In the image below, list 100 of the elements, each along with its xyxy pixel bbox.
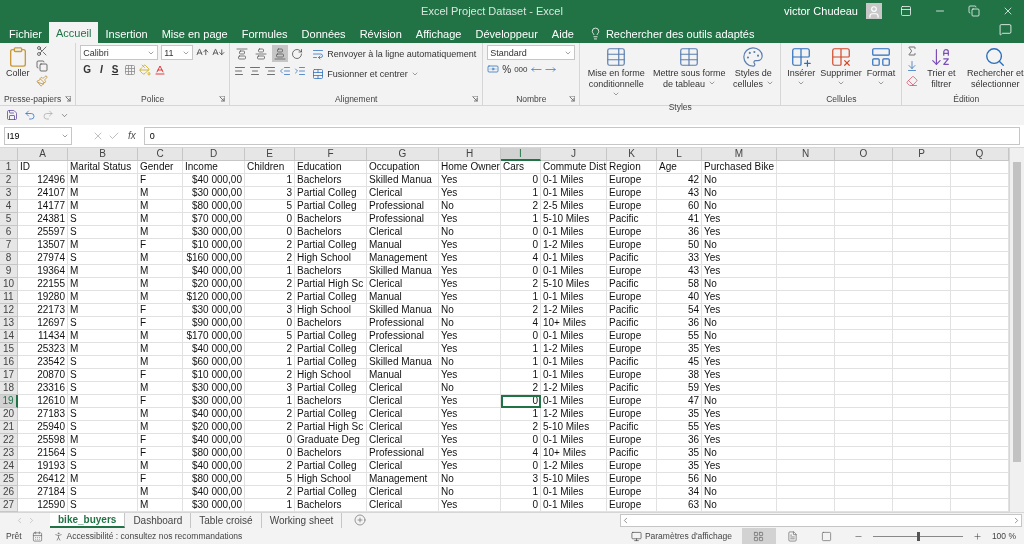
empty-cell[interactable] xyxy=(835,408,893,421)
autosum-icon[interactable] xyxy=(906,45,919,57)
align-bottom-button[interactable] xyxy=(272,45,289,62)
empty-cell[interactable] xyxy=(893,343,951,356)
column-header[interactable]: B xyxy=(68,148,138,161)
empty-cell[interactable] xyxy=(893,434,951,447)
sheet-tab[interactable]: bike_buyers xyxy=(50,513,126,528)
row-header[interactable]: 2 xyxy=(0,174,18,187)
empty-cell[interactable] xyxy=(893,421,951,434)
row-header[interactable]: 6 xyxy=(0,226,18,239)
comments-icon[interactable] xyxy=(999,23,1012,36)
column-header[interactable]: O xyxy=(835,148,893,161)
empty-cell[interactable] xyxy=(835,382,893,395)
percent-button[interactable]: % xyxy=(502,63,512,75)
empty-cell[interactable] xyxy=(777,200,835,213)
empty-cell[interactable] xyxy=(777,174,835,187)
empty-cell[interactable] xyxy=(835,174,893,187)
dialog-launcher-icon[interactable] xyxy=(472,95,479,102)
font-size-field[interactable]: 11 xyxy=(161,45,194,60)
column-header[interactable]: F xyxy=(295,148,367,161)
row-header[interactable]: 15 xyxy=(0,343,18,356)
row-header[interactable]: 26 xyxy=(0,486,18,499)
accessibility-status[interactable]: Accessibilité : consultez nos recommandations xyxy=(66,531,243,541)
cells-button[interactable]: Format xyxy=(864,45,898,88)
dialog-launcher-icon[interactable] xyxy=(65,95,72,102)
column-header[interactable]: P xyxy=(893,148,951,161)
row-header[interactable]: 16 xyxy=(0,356,18,369)
wrap-text-button[interactable]: Renvoyer à la ligne automatiquement xyxy=(310,45,479,62)
font-style-button[interactable]: S xyxy=(108,63,122,76)
avatar[interactable] xyxy=(866,3,882,19)
empty-cell[interactable] xyxy=(777,382,835,395)
empty-cell[interactable] xyxy=(893,460,951,473)
row-header[interactable]: 17 xyxy=(0,369,18,382)
empty-cell[interactable] xyxy=(835,200,893,213)
font-name-field[interactable]: Calibri xyxy=(80,45,159,60)
empty-cell[interactable] xyxy=(893,278,951,291)
save-icon[interactable] xyxy=(6,109,18,122)
empty-cell[interactable] xyxy=(893,369,951,382)
empty-cell[interactable] xyxy=(835,317,893,330)
empty-cell[interactable] xyxy=(835,239,893,252)
name-box[interactable]: I19 xyxy=(4,126,72,145)
empty-cell[interactable] xyxy=(777,486,835,499)
dialog-launcher-icon[interactable] xyxy=(569,95,576,102)
merge-center-button[interactable]: Fusionner et centrer xyxy=(310,65,479,82)
empty-cell[interactable] xyxy=(893,330,951,343)
empty-cell[interactable] xyxy=(777,408,835,421)
row-header[interactable]: 12 xyxy=(0,304,18,317)
styles-button[interactable]: Mise en forme conditionnelle xyxy=(584,45,649,102)
column-header[interactable]: Q xyxy=(951,148,1009,161)
empty-cell[interactable] xyxy=(777,187,835,200)
row-header[interactable]: 22 xyxy=(0,434,18,447)
accessibility-icon[interactable] xyxy=(52,530,64,542)
empty-cell[interactable] xyxy=(893,486,951,499)
row-header[interactable]: 1 xyxy=(0,161,18,174)
copy-icon[interactable] xyxy=(35,60,48,72)
zoom-in-icon[interactable] xyxy=(972,531,982,541)
empty-cell[interactable] xyxy=(835,460,893,473)
empty-cell[interactable] xyxy=(893,213,951,226)
format-painter-icon[interactable] xyxy=(35,75,48,87)
empty-cell[interactable] xyxy=(835,330,893,343)
empty-cell[interactable] xyxy=(777,226,835,239)
row-header[interactable]: 18 xyxy=(0,382,18,395)
column-header[interactable]: D xyxy=(183,148,245,161)
display-settings-icon[interactable] xyxy=(630,530,642,542)
empty-cell[interactable] xyxy=(835,252,893,265)
empty-cell[interactable] xyxy=(777,213,835,226)
zoom-thumb[interactable] xyxy=(916,531,920,541)
empty-cell[interactable] xyxy=(835,486,893,499)
column-header[interactable]: H xyxy=(439,148,501,161)
empty-cell[interactable] xyxy=(835,369,893,382)
empty-cell[interactable] xyxy=(893,226,951,239)
horizontal-scrollbar[interactable] xyxy=(620,514,1022,527)
empty-cell[interactable] xyxy=(893,161,951,174)
menu-tab[interactable]: Accueil xyxy=(49,22,99,43)
empty-cell[interactable] xyxy=(893,395,951,408)
thousands-button[interactable]: 000 xyxy=(514,64,528,74)
row-header[interactable]: 9 xyxy=(0,265,18,278)
currency-icon[interactable] xyxy=(487,63,500,75)
row-header[interactable]: 25 xyxy=(0,473,18,486)
borders-icon[interactable] xyxy=(124,63,137,76)
empty-cell[interactable] xyxy=(777,421,835,434)
empty-cell[interactable] xyxy=(777,330,835,343)
empty-cell[interactable] xyxy=(835,278,893,291)
empty-cell[interactable] xyxy=(893,382,951,395)
empty-cell[interactable] xyxy=(893,317,951,330)
empty-cell[interactable] xyxy=(777,460,835,473)
column-header[interactable]: C xyxy=(138,148,183,161)
empty-cell[interactable] xyxy=(777,369,835,382)
empty-cell[interactable] xyxy=(835,291,893,304)
empty-cell[interactable] xyxy=(777,395,835,408)
sort-filter-button[interactable]: Trier et filtrer xyxy=(922,45,961,91)
empty-cell[interactable] xyxy=(835,434,893,447)
row-header[interactable]: 19 xyxy=(0,395,18,408)
normal-view-button[interactable] xyxy=(741,528,776,544)
empty-cell[interactable] xyxy=(777,252,835,265)
add-sheet-icon[interactable] xyxy=(354,513,367,526)
insert-function-button[interactable]: fx xyxy=(124,130,140,142)
menu-tab[interactable]: Révision xyxy=(352,24,409,43)
empty-cell[interactable] xyxy=(835,226,893,239)
empty-cell[interactable] xyxy=(835,421,893,434)
